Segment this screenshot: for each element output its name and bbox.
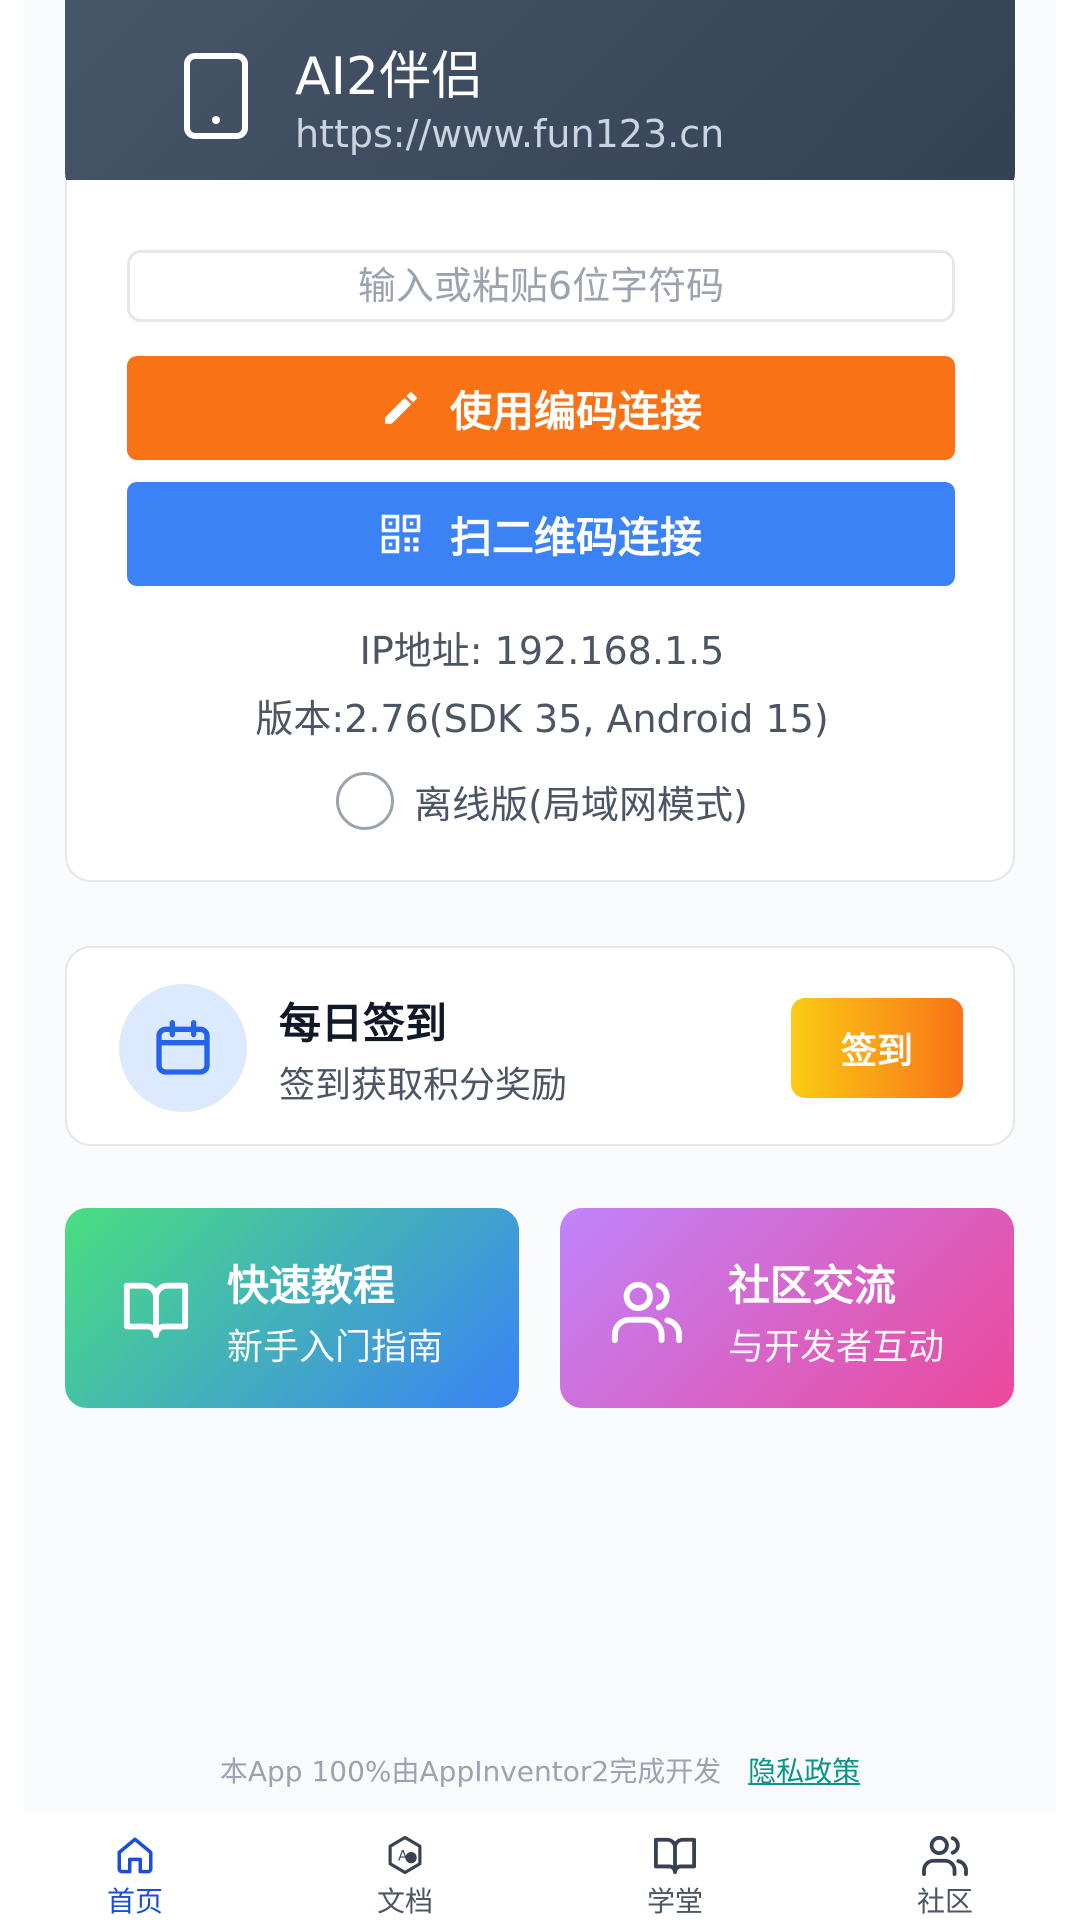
scan-connect-button[interactable]: 扫二维码连接 xyxy=(127,482,955,586)
nav-item-community[interactable]: 社区 xyxy=(810,1812,1080,1920)
connect-card: 使用编码连接 扫二维码连接 IP地址: 192.168.1.5 版本:2.76(… xyxy=(65,180,1015,882)
book-icon xyxy=(123,1282,189,1339)
nav-item-home[interactable]: 首页 xyxy=(0,1812,270,1920)
app-title: AI2伴侣 xyxy=(295,47,483,107)
nav-item-docs[interactable]: A 文档 xyxy=(270,1812,540,1920)
book-icon xyxy=(654,1837,696,1875)
offline-mode-option[interactable]: 离线版(局域网模式) xyxy=(67,772,1017,830)
code-input[interactable] xyxy=(127,250,955,322)
code-connect-button[interactable]: 使用编码连接 xyxy=(127,356,955,460)
footer: 本App 100%由AppInventor2完成开发 隐私政策 xyxy=(24,1750,1056,1790)
footer-text: 本App 100%由AppInventor2完成开发 xyxy=(219,1755,722,1788)
nav-item-school[interactable]: 学堂 xyxy=(540,1812,810,1920)
users-icon xyxy=(922,1835,968,1876)
calendar-icon xyxy=(156,1020,210,1075)
tutorial-tile[interactable]: 快速教程 新手入门指南 xyxy=(65,1208,519,1408)
code-connect-label: 使用编码连接 xyxy=(449,387,702,435)
tutorial-subtitle: 新手入门指南 xyxy=(227,1327,444,1368)
bottom-nav: 首页 A 文档 学堂 社区 xyxy=(0,1812,1080,1920)
calendar-icon-badge xyxy=(119,984,247,1112)
daily-checkin-card: 每日签到 签到获取积分奖励 签到 xyxy=(65,946,1015,1146)
nav-label-community: 社区 xyxy=(916,1885,973,1918)
nav-label-home: 首页 xyxy=(106,1885,163,1918)
privacy-policy-link[interactable]: 隐私政策 xyxy=(748,1755,860,1788)
checkin-button[interactable]: 签到 xyxy=(791,998,963,1098)
ip-address-text: IP地址: 192.168.1.5 xyxy=(359,629,725,673)
community-tile[interactable]: 社区交流 与开发者互动 xyxy=(560,1208,1014,1408)
checkin-title: 每日签到 xyxy=(279,999,448,1048)
offline-label: 离线版(局域网模式) xyxy=(414,782,748,827)
app-header: AI2伴侣 https://www.fun123.cn xyxy=(65,0,1015,195)
docs-icon: A xyxy=(388,1835,422,1875)
app-url: https://www.fun123.cn xyxy=(295,112,725,156)
nav-label-school: 学堂 xyxy=(646,1885,703,1918)
checkin-subtitle: 签到获取积分奖励 xyxy=(279,1065,568,1106)
qr-code-icon xyxy=(381,514,421,554)
pencil-icon xyxy=(385,392,417,424)
phone-icon xyxy=(184,53,248,139)
community-title: 社区交流 xyxy=(728,1261,897,1310)
tutorial-title: 快速教程 xyxy=(227,1261,396,1310)
home-icon xyxy=(117,1837,153,1874)
community-subtitle: 与开发者互动 xyxy=(728,1327,945,1368)
scan-connect-label: 扫二维码连接 xyxy=(449,513,702,561)
offline-radio[interactable] xyxy=(336,772,395,830)
version-text: 版本:2.76(SDK 35, Android 15) xyxy=(255,697,829,741)
nav-label-docs: 文档 xyxy=(376,1885,433,1918)
users-icon xyxy=(612,1281,682,1344)
